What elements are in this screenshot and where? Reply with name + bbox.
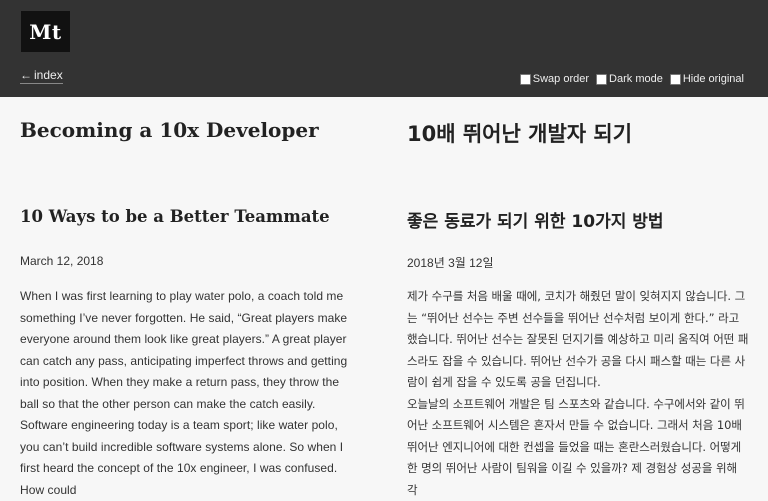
- original-paragraph: When I was first learning to play water …: [20, 286, 360, 415]
- hide-original-checkbox[interactable]: [670, 74, 681, 85]
- translation-title: 10배 뛰어난 개발자 되기: [407, 118, 632, 148]
- translation-body: 제가 수구를 처음 배울 때에, 코치가 해줬던 말이 잊혀지지 않습니다. 그…: [407, 286, 749, 501]
- original-date: March 12, 2018: [20, 254, 103, 268]
- swap-order-toggle[interactable]: Swap order: [520, 73, 589, 85]
- dark-mode-label: Dark mode: [609, 73, 663, 85]
- translation-paragraph: 제가 수구를 처음 배울 때에, 코치가 해줬던 말이 잊혀지지 않습니다. 그…: [407, 286, 749, 394]
- top-bar: Mt ←index Swap order Dark mode Hide orig…: [0, 0, 768, 97]
- index-link[interactable]: ←index: [20, 68, 63, 84]
- translation-paragraph: 오늘날의 소프트웨어 개발은 팀 스포츠와 같습니다. 수구에서와 같이 뛰어난…: [407, 394, 749, 501]
- original-paragraph: Software engineering today is a team spo…: [20, 415, 360, 501]
- translation-date: 2018년 3월 12일: [407, 254, 494, 271]
- hide-original-label: Hide original: [683, 73, 744, 85]
- original-body: When I was first learning to play water …: [20, 286, 360, 501]
- swap-order-label: Swap order: [533, 73, 589, 85]
- site-logo[interactable]: Mt: [21, 11, 70, 52]
- back-arrow-icon: ←: [20, 68, 32, 82]
- index-link-label: index: [34, 68, 63, 82]
- original-title: Becoming a 10x Developer: [20, 118, 319, 142]
- view-toggles: Swap order Dark mode Hide original: [520, 73, 744, 85]
- original-subtitle: 10 Ways to be a Better Teammate: [20, 207, 330, 226]
- swap-order-checkbox[interactable]: [520, 74, 531, 85]
- dark-mode-checkbox[interactable]: [596, 74, 607, 85]
- hide-original-toggle[interactable]: Hide original: [670, 73, 744, 85]
- dark-mode-toggle[interactable]: Dark mode: [596, 73, 663, 85]
- translation-subtitle: 좋은 동료가 되기 위한 10가지 방법: [407, 207, 664, 232]
